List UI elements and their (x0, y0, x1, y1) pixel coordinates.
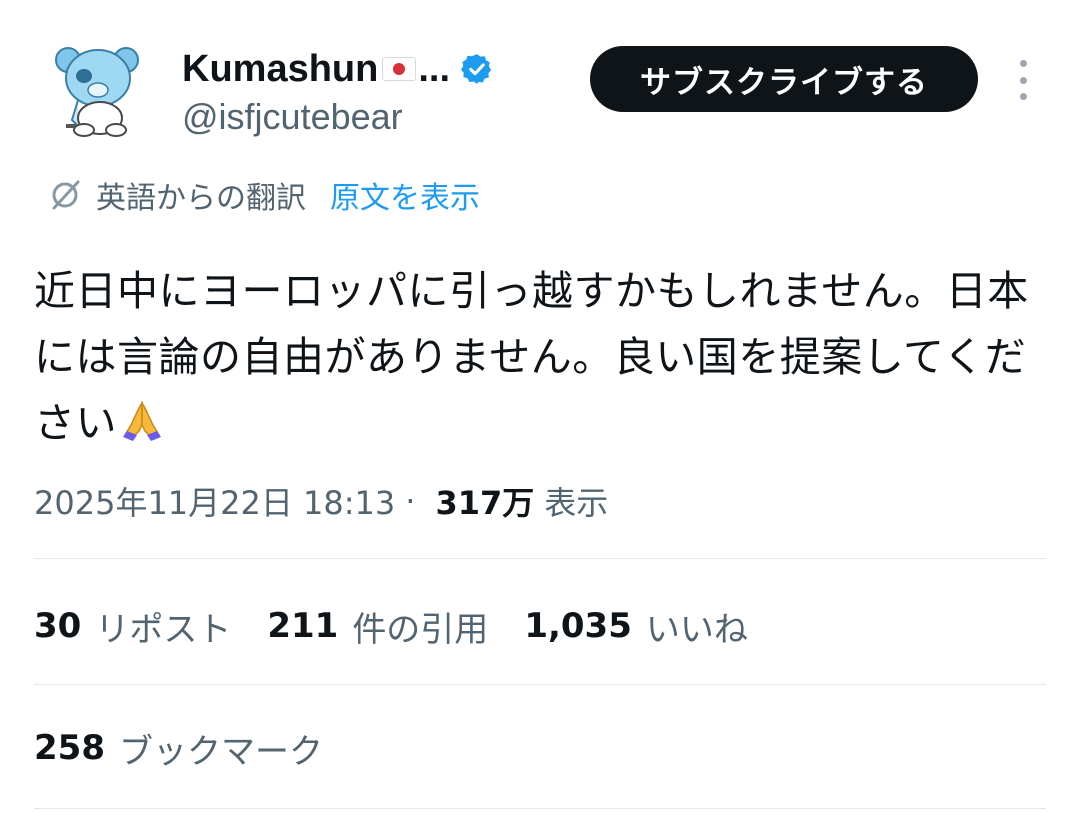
engagement-stats: 30 リポスト 211 件の引用 1,035 いいね (34, 596, 784, 656)
bookmarks-row: 258 ブックマーク (34, 718, 359, 778)
tweet-body: 近日中にヨーロッパに引っ越すかもしれません。日本には言論の自由がありません。良い… (34, 267, 1029, 447)
tweet-meta: 2025年11月22日 18:13 · 317万 表示 (34, 476, 608, 526)
subscribe-button[interactable]: サブスクライブする (590, 46, 978, 112)
author-display-name[interactable]: Kumashun (182, 48, 378, 91)
bear-avatar-icon (55, 47, 139, 137)
reposts-count: 30 (34, 606, 82, 646)
quotes-count: 211 (267, 606, 339, 646)
verified-badge-icon (461, 54, 492, 84)
divider (34, 558, 1046, 559)
japan-flag-icon (382, 57, 417, 81)
bookmarks-label: ブックマーク (118, 731, 323, 772)
likes-stat[interactable]: 1,035 いいね (524, 602, 748, 651)
translation-notice: 英語からの翻訳 原文を表示 (46, 172, 480, 218)
likes-label: いいね (645, 609, 748, 650)
views-count: 317万 (435, 484, 535, 522)
translate-icon (52, 180, 80, 210)
more-dot (1019, 93, 1027, 100)
bookmarks-stat[interactable]: 258 ブックマーク (34, 724, 323, 773)
author-name-truncation: ... (418, 47, 451, 90)
quotes-stat[interactable]: 211 件の引用 (267, 602, 488, 651)
folded-hands-emoji (123, 400, 161, 441)
reposts-label: リポスト (95, 609, 232, 650)
quotes-label: 件の引用 (352, 609, 489, 650)
bookmarks-count: 258 (34, 728, 105, 768)
more-dot (1019, 60, 1027, 67)
views-label: 表示 (544, 484, 609, 522)
author-avatar[interactable] (48, 38, 148, 138)
divider (34, 808, 1046, 809)
more-dot (1019, 76, 1027, 84)
likes-count: 1,035 (524, 606, 632, 646)
show-original-link[interactable]: 原文を表示 (330, 173, 480, 217)
translation-label: 英語からの翻訳 (96, 181, 306, 216)
divider (34, 684, 1046, 685)
reposts-stat[interactable]: 30 リポスト (34, 602, 231, 651)
tweet-text: 近日中にヨーロッパに引っ越すかもしれません。日本には言論の自由がありません。良い… (34, 258, 1046, 456)
meta-separator: · (405, 482, 416, 520)
author-handle[interactable]: @isfjcutebear (182, 96, 403, 138)
author-name-row[interactable]: Kumashun ... (182, 44, 494, 94)
tweet-timestamp[interactable]: 2025年11月22日 18:13 (34, 478, 395, 524)
more-options-icon[interactable] (1012, 60, 1034, 100)
